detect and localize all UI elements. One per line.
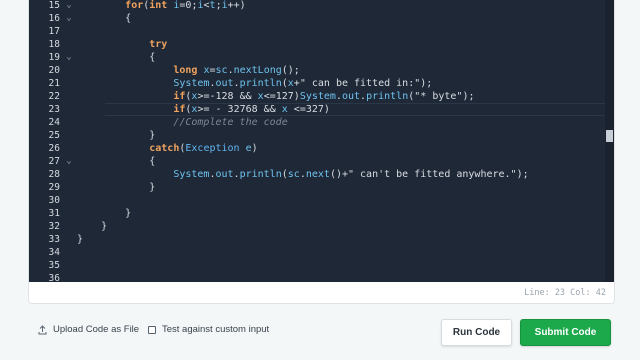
code-text: //Complete the code bbox=[77, 117, 288, 128]
code-line[interactable]: 18 try bbox=[29, 38, 614, 51]
code-line[interactable]: 26 catch(Exception e) bbox=[29, 142, 614, 155]
line-number: 31 bbox=[48, 208, 60, 219]
code-line[interactable]: 25 } bbox=[29, 129, 614, 142]
line-number: 21 bbox=[48, 78, 60, 89]
code-text: } bbox=[77, 221, 108, 232]
cursor-position: Line: 23 Col: 42 bbox=[524, 288, 606, 298]
line-number: 22 bbox=[48, 91, 60, 102]
code-text: } bbox=[77, 208, 132, 219]
code-text: catch(Exception e) bbox=[149, 143, 258, 154]
code-line[interactable]: 30 bbox=[29, 194, 614, 207]
line-number: 23 bbox=[48, 104, 60, 115]
upload-code-label: Upload Code as File bbox=[53, 324, 140, 335]
code-line[interactable]: 31 } bbox=[29, 207, 614, 220]
code-text: } bbox=[77, 182, 156, 193]
code-text: for(int i=0;i<t;i++) bbox=[125, 0, 246, 11]
code-line[interactable]: 20 long x=sc.nextLong(); bbox=[29, 64, 614, 77]
code-line[interactable]: 35 bbox=[29, 259, 614, 272]
code-text: if(x>= - 32768 && x <=327) bbox=[173, 104, 330, 115]
line-number: 36 bbox=[48, 273, 60, 282]
code-line[interactable]: 24 //Complete the code bbox=[29, 116, 614, 129]
code-line[interactable]: 16 ⌄ { bbox=[29, 12, 614, 25]
fold-chevron-icon[interactable]: ⌄ bbox=[64, 0, 74, 12]
code-editor-panel: 15 ⌄ for(int i=0;i<t;i++) 16 ⌄ {17 18 try 19 ⌄… bbox=[28, 0, 615, 304]
line-number: 17 bbox=[48, 26, 60, 37]
code-line[interactable]: 34 bbox=[29, 246, 614, 259]
code-text: if(x>=-128 && x<=127)System.out.println(… bbox=[173, 91, 475, 102]
fold-chevron-icon[interactable]: ⌄ bbox=[64, 12, 74, 25]
line-number: 20 bbox=[48, 65, 60, 76]
code-line[interactable]: 22 if(x>=-128 && x<=127)System.out.print… bbox=[29, 90, 614, 103]
line-number: 28 bbox=[48, 169, 60, 180]
line-number: 30 bbox=[48, 195, 60, 206]
code-line[interactable]: 15 ⌄ for(int i=0;i<t;i++) bbox=[29, 0, 614, 12]
code-text: { bbox=[77, 52, 156, 63]
line-number: 35 bbox=[48, 260, 60, 271]
code-line[interactable]: 36 bbox=[29, 272, 614, 282]
code-line[interactable]: 23 if(x>= - 32768 && x <=327) bbox=[29, 103, 614, 116]
code-text: } bbox=[77, 234, 84, 245]
line-number: 27 bbox=[48, 156, 60, 167]
run-code-button[interactable]: Run Code bbox=[441, 319, 512, 346]
line-number: 16 bbox=[48, 13, 60, 24]
code-line[interactable]: 17 bbox=[29, 25, 614, 38]
line-number: 19 bbox=[48, 52, 60, 63]
line-number: 33 bbox=[48, 234, 60, 245]
editor-scrollbar[interactable] bbox=[605, 0, 614, 282]
code-text: } bbox=[77, 130, 156, 141]
editor-status-bar: Line: 23 Col: 42 bbox=[29, 282, 614, 303]
code-text: System.out.println(sc.next()+" can't be … bbox=[173, 169, 529, 180]
code-editor[interactable]: 15 ⌄ for(int i=0;i<t;i++) 16 ⌄ {17 18 try 19 ⌄… bbox=[29, 0, 614, 282]
line-number: 29 bbox=[48, 182, 60, 193]
line-number: 32 bbox=[48, 221, 60, 232]
code-line[interactable]: 33} bbox=[29, 233, 614, 246]
fold-chevron-icon[interactable]: ⌄ bbox=[64, 155, 74, 168]
code-line[interactable]: 19 ⌄ { bbox=[29, 51, 614, 64]
code-line[interactable]: 27 ⌄ { bbox=[29, 155, 614, 168]
code-text: try bbox=[149, 39, 168, 50]
code-line[interactable]: 32 } bbox=[29, 220, 614, 233]
custom-input-toggle[interactable]: Test against custom input bbox=[148, 324, 269, 335]
code-line[interactable]: 28 System.out.println(sc.next()+" can't … bbox=[29, 168, 614, 181]
upload-code-link[interactable]: Upload Code as File bbox=[38, 324, 139, 335]
custom-input-label: Test against custom input bbox=[162, 324, 270, 335]
code-line[interactable]: 29 } bbox=[29, 181, 614, 194]
line-number: 26 bbox=[48, 143, 60, 154]
custom-input-checkbox[interactable] bbox=[148, 325, 156, 334]
line-number: 25 bbox=[48, 130, 60, 141]
fold-chevron-icon[interactable]: ⌄ bbox=[64, 51, 74, 64]
code-text: { bbox=[77, 13, 132, 24]
code-text: { bbox=[77, 156, 156, 167]
code-text: long x=sc.nextLong(); bbox=[173, 65, 300, 76]
editor-scrollbar-thumb[interactable] bbox=[606, 130, 613, 142]
line-number: 24 bbox=[48, 117, 60, 128]
upload-icon bbox=[38, 324, 47, 335]
line-number: 34 bbox=[48, 247, 60, 258]
code-text: System.out.println(x+" can be fitted in:… bbox=[173, 78, 433, 89]
submit-code-button[interactable]: Submit Code bbox=[520, 319, 611, 346]
line-number: 15 bbox=[48, 0, 60, 11]
code-line[interactable]: 21 System.out.println(x+" can be fitted … bbox=[29, 77, 614, 90]
line-number: 18 bbox=[48, 39, 60, 50]
